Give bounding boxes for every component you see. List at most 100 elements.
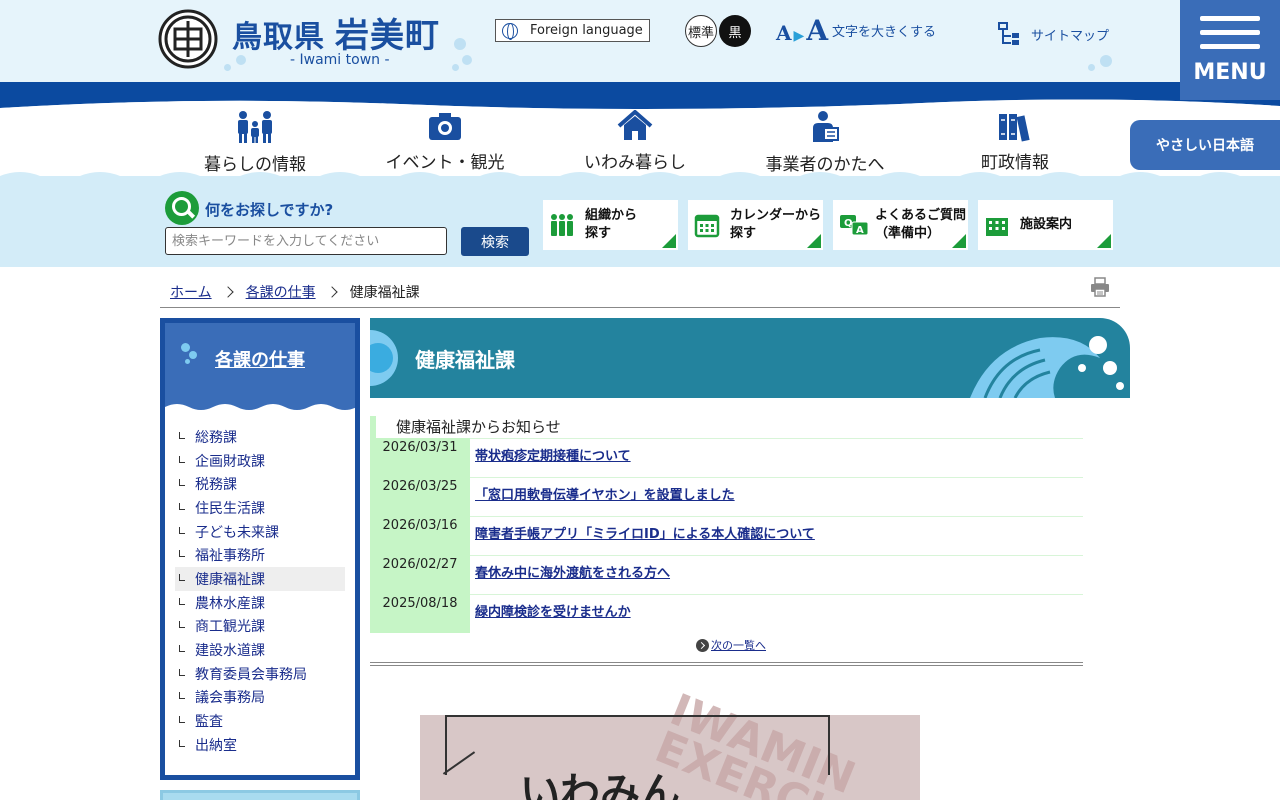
quick-link-organization[interactable]: 組織から 探す <box>543 200 678 250</box>
people-icon <box>551 214 573 236</box>
sidebar-item-label: 出納室 <box>195 737 237 754</box>
search-icon <box>165 191 199 225</box>
sidebar-list: 総務課企画財政課税務課住民生活課子ども未来課 福祉事務所健康福祉課農林水産課商工観… <box>165 425 355 757</box>
sidebar-item[interactable]: 農林水産課 <box>175 591 345 615</box>
news-link[interactable]: 春休み中に海外渡航をされる方へ <box>470 555 1083 594</box>
foreign-language-select[interactable]: Foreign language <box>495 19 650 42</box>
font-size-button[interactable]: A ▶A 文字を大きくする <box>776 13 936 47</box>
globe-icon <box>502 22 518 40</box>
font-size-icon-big: A <box>806 13 829 47</box>
books-icon <box>999 114 1030 142</box>
color-standard-button[interactable]: 標準 <box>685 15 717 47</box>
color-black-button[interactable]: 黒 <box>719 15 751 47</box>
sidebar-item[interactable]: 税務課 <box>175 472 345 496</box>
quick-link-facilities[interactable]: 施設案内 <box>978 200 1113 250</box>
list-bullet-icon <box>179 645 185 653</box>
sitemap-label: サイトマップ <box>1031 28 1110 44</box>
banner-title: いわみん <box>520 770 680 800</box>
search-button[interactable]: 検索 <box>461 227 529 256</box>
search-heading: 何をお探しですか? <box>205 201 334 219</box>
sidebar-item[interactable]: 議会事務局 <box>175 686 345 710</box>
decor-bubble <box>1088 64 1095 71</box>
quick-link-label: 施設案内 <box>1020 217 1073 232</box>
page-title-banner: 健康福祉課 <box>370 318 1130 398</box>
printer-icon[interactable] <box>1090 277 1110 297</box>
sidebar-item[interactable]: 出納室 <box>175 733 345 757</box>
news-link[interactable]: 障害者手帳アプリ「ミライロID」による本人確認について <box>470 516 1083 555</box>
sidebar-item-label: 福祉事務所 <box>195 548 265 565</box>
sitemap-icon <box>998 22 1019 45</box>
sidebar-item[interactable]: 監査 <box>175 709 345 733</box>
camera-icon <box>429 113 461 140</box>
sidebar-item[interactable]: 子ども未来課 <box>175 520 345 544</box>
search-wave-decor <box>0 172 1280 184</box>
decor-bubble <box>1100 55 1112 67</box>
building-icon <box>986 218 1008 236</box>
list-bullet-icon <box>179 526 185 534</box>
sidebar-item-label: 商工観光課 <box>195 619 265 636</box>
news-link[interactable]: 帯状疱疹定期接種について <box>470 438 1083 477</box>
sitemap-link[interactable]: サイトマップ <box>997 20 1109 48</box>
sidebar-item-label: 企画財政課 <box>195 453 265 470</box>
news-link[interactable]: 緑内障検診を受けませんか <box>470 594 1083 633</box>
quick-link-faq[interactable]: Q A よくあるご質問 （準備中） <box>833 200 968 250</box>
town-emblem-icon[interactable] <box>158 9 218 69</box>
more-news-link[interactable]: 次の一覧へ <box>696 637 766 653</box>
foreign-language-label: Foreign language <box>530 23 643 38</box>
wave-decor-icon <box>970 336 1124 398</box>
news-row: 2026/03/31 帯状疱疹定期接種について <box>370 438 1083 477</box>
businessperson-icon <box>813 111 839 142</box>
sidebar-title[interactable]: 各課の仕事 <box>215 346 305 372</box>
site-subtitle: - Iwami town - <box>290 52 390 68</box>
list-bullet-icon <box>179 668 185 676</box>
news-list: 2026/03/31 帯状疱疹定期接種について 2026/03/25 「窓口用軟骨伝導… <box>370 438 1083 633</box>
decor-bubble <box>452 64 459 71</box>
town-name: 岩美町 <box>335 16 440 56</box>
list-bullet-icon <box>179 739 185 747</box>
news-date: 2025/08/18 <box>370 594 470 633</box>
sidebar-item-label: 建設水道課 <box>195 643 265 660</box>
sidebar-item[interactable]: 建設水道課 <box>175 638 345 662</box>
arrow-right-circle-icon <box>696 638 709 652</box>
breadcrumb-home[interactable]: ホーム <box>170 282 212 302</box>
sidebar-header: 各課の仕事 <box>165 323 355 415</box>
list-bullet-icon <box>179 692 185 700</box>
search-input[interactable] <box>165 227 447 255</box>
menu-button[interactable]: MENU <box>1180 0 1280 100</box>
list-bullet-icon <box>179 455 185 463</box>
promo-banner[interactable]: IWAMIN EXERCI いわみん <box>420 680 980 800</box>
site-title[interactable]: 鳥取県 岩美町 <box>232 8 440 57</box>
sidebar-item[interactable]: 商工観光課 <box>175 615 345 639</box>
svg-text:Q: Q <box>844 218 853 229</box>
news-date: 2026/02/27 <box>370 555 470 594</box>
list-bullet-icon <box>179 479 185 487</box>
news-row: 2026/03/16 障害者手帳アプリ「ミライロID」による本人確認について <box>370 516 1083 555</box>
news-row: 2025/08/18 緑内障検診を受けませんか <box>370 594 1083 633</box>
breadcrumb-current: 健康福祉課 <box>349 284 420 301</box>
font-size-icon: A ▶A <box>776 13 829 47</box>
list-bullet-icon <box>179 431 185 439</box>
decor-bubble <box>181 343 190 352</box>
sidebar-item[interactable]: 住民生活課 <box>175 496 345 520</box>
sidebar-item[interactable]: 教育委員会事務局 <box>175 662 345 686</box>
sidebar-item[interactable]: 福祉事務所 <box>175 543 345 567</box>
more-news-label: 次の一覧へ <box>711 639 766 652</box>
easy-japanese-button[interactable]: やさしい日本語 <box>1130 120 1280 170</box>
sidebar-item[interactable]: 健康福祉課 <box>175 567 345 591</box>
chevron-right-icon <box>325 285 338 298</box>
corner-arrow-icon <box>662 234 676 248</box>
sidebar-item-label: 子ども未来課 <box>195 524 279 541</box>
decor-bubble <box>454 38 466 50</box>
decor-bubble <box>189 351 197 359</box>
sidebar-item[interactable]: 総務課 <box>175 425 345 449</box>
news-row: 2026/02/27 春休み中に海外渡航をされる方へ <box>370 555 1083 594</box>
news-link[interactable]: 「窓口用軟骨伝導イヤホン」を設置しました <box>470 477 1083 516</box>
sidebar-item-label: 健康福祉課 <box>195 571 265 588</box>
decor-bubble <box>185 359 190 364</box>
breadcrumb-parent[interactable]: 各課の仕事 <box>246 282 316 302</box>
search-area: 何をお探しですか? 検索 組織から 探す カレンダーから 探す Q A よくある… <box>0 172 1280 267</box>
sidebar-item-label: 住民生活課 <box>195 500 265 517</box>
quick-link-calendar[interactable]: カレンダーから 探す <box>688 200 823 250</box>
sidebar-item-label: 議会事務局 <box>195 690 265 707</box>
sidebar-item[interactable]: 企画財政課 <box>175 449 345 473</box>
